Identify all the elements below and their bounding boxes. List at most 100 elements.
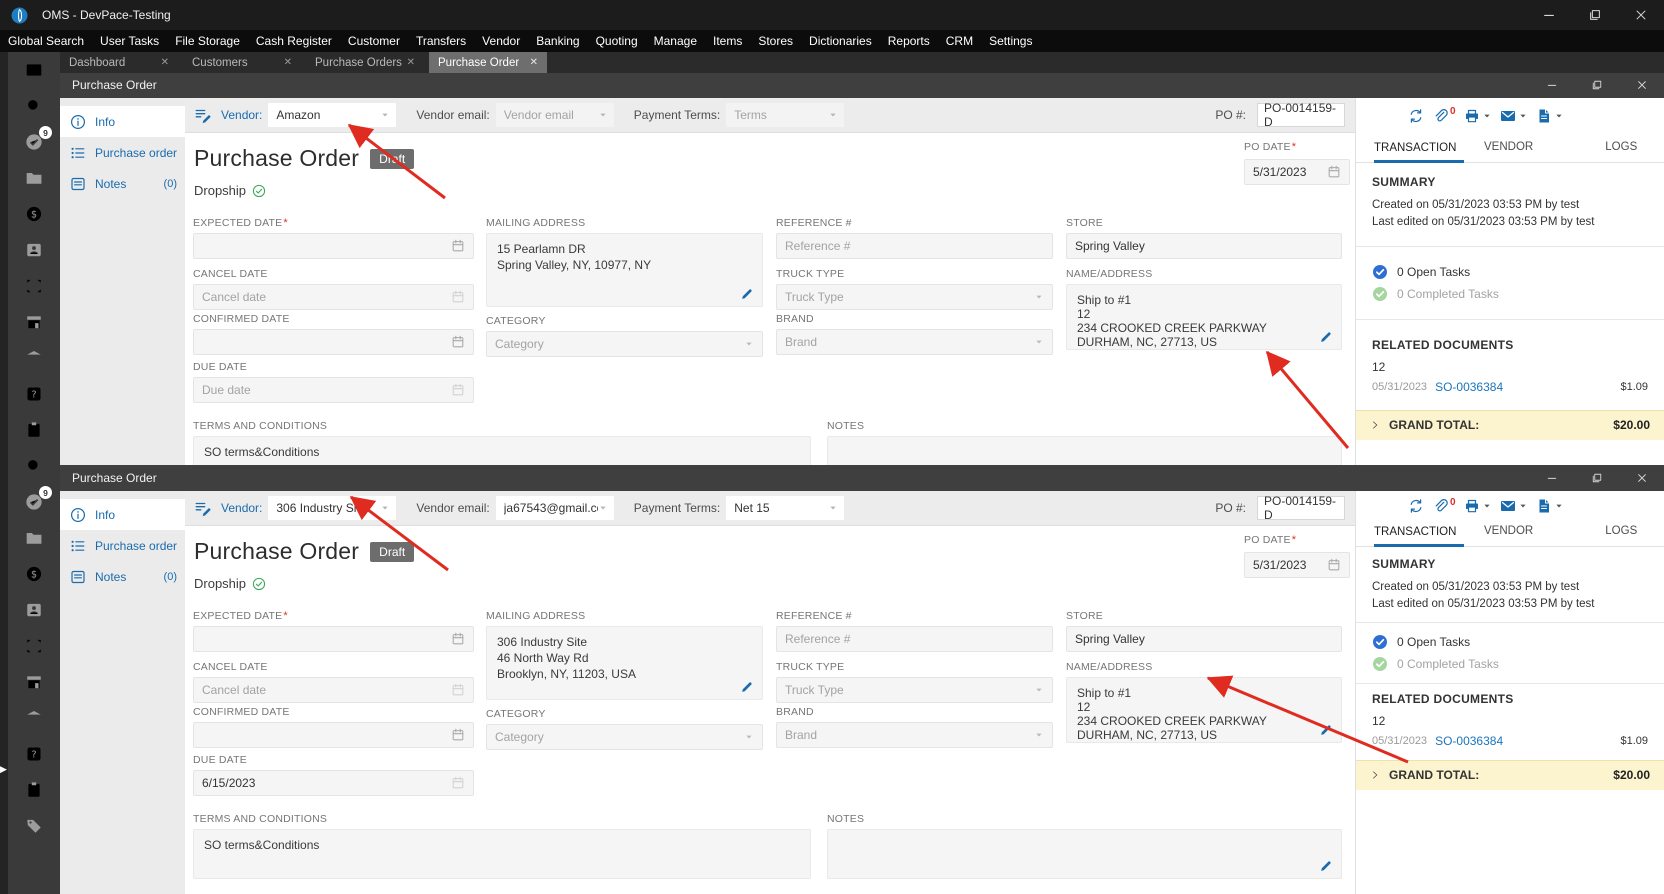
store-icon[interactable] bbox=[8, 304, 60, 340]
category-select[interactable]: Category bbox=[486, 331, 763, 357]
reference-input[interactable]: Reference # bbox=[776, 626, 1053, 652]
notes-box[interactable] bbox=[827, 829, 1342, 879]
category-select[interactable]: Category bbox=[486, 724, 763, 750]
contact-icon[interactable] bbox=[8, 232, 60, 268]
window-close-button[interactable] bbox=[1619, 465, 1664, 491]
sidebar-item-notes[interactable]: Notes (0) bbox=[60, 168, 185, 199]
menu-item-customer[interactable]: Customer bbox=[340, 34, 408, 48]
contact-icon[interactable] bbox=[8, 592, 60, 628]
edit-pencil-icon[interactable] bbox=[1319, 859, 1333, 873]
sidebar-item-info[interactable]: Info bbox=[60, 106, 185, 137]
sidebar-item-info[interactable]: Info bbox=[60, 499, 185, 530]
money-icon[interactable]: $ bbox=[8, 196, 60, 232]
truck-type-select[interactable]: Truck Type bbox=[776, 284, 1053, 310]
terms-box[interactable]: SO terms&Conditions bbox=[193, 436, 811, 465]
scan-icon[interactable] bbox=[8, 268, 60, 304]
window-minimize-button[interactable] bbox=[1529, 72, 1574, 98]
edit-pencil-icon[interactable] bbox=[1319, 723, 1333, 737]
bank-icon[interactable] bbox=[8, 340, 60, 376]
payment-terms-select[interactable]: Net 15 bbox=[726, 496, 845, 520]
doc-link[interactable]: SO-0036384 bbox=[1435, 734, 1503, 748]
tasks-icon[interactable]: 9 bbox=[8, 124, 60, 160]
attachments-button[interactable]: 0 bbox=[1432, 497, 1456, 514]
refresh-icon[interactable] bbox=[1408, 498, 1424, 514]
attachments-button[interactable]: 0 bbox=[1432, 106, 1456, 124]
folder-icon[interactable] bbox=[8, 520, 60, 556]
brand-select[interactable]: Brand bbox=[776, 722, 1053, 748]
window-titlebar[interactable]: Purchase Order bbox=[60, 465, 1664, 491]
completed-tasks-row[interactable]: 0 Completed Tasks bbox=[1372, 283, 1648, 305]
grand-total-row[interactable]: GRAND TOTAL: $20.00 bbox=[1356, 759, 1664, 790]
menu-item-dictionaries[interactable]: Dictionaries bbox=[801, 34, 880, 48]
sidebar-item-purchase-order[interactable]: Purchase order bbox=[60, 137, 185, 168]
scan-icon[interactable] bbox=[8, 628, 60, 664]
sidebar-item-notes[interactable]: Notes (0) bbox=[60, 561, 185, 592]
dashboard-icon[interactable] bbox=[8, 52, 60, 88]
menu-item-quoting[interactable]: Quoting bbox=[588, 34, 646, 48]
money-icon[interactable]: $ bbox=[8, 556, 60, 592]
tab-logs[interactable]: LOGS bbox=[1554, 141, 1644, 162]
rail-expander[interactable]: ▶ bbox=[0, 764, 7, 775]
reference-input[interactable]: Reference # bbox=[776, 233, 1053, 259]
vendor-select[interactable]: Amazon bbox=[268, 103, 397, 127]
ship-to-box[interactable]: Ship to #1 12 234 CROOKED CREEK PARKWAY … bbox=[1066, 284, 1342, 350]
store-icon[interactable] bbox=[8, 664, 60, 700]
email-button[interactable] bbox=[1500, 108, 1528, 124]
menu-item-crm[interactable]: CRM bbox=[938, 34, 981, 48]
truck-type-select[interactable]: Truck Type bbox=[776, 677, 1053, 703]
print-button[interactable] bbox=[1464, 108, 1492, 124]
tab-close-icon[interactable]: ✕ bbox=[161, 57, 169, 68]
ship-to-box[interactable]: Ship to #1 12 234 CROOKED CREEK PARKWAY … bbox=[1066, 677, 1342, 743]
clipboard-icon[interactable] bbox=[8, 412, 60, 448]
menu-item-banking[interactable]: Banking bbox=[528, 34, 587, 48]
window-titlebar[interactable]: Purchase Order bbox=[60, 72, 1664, 98]
menu-item-stores[interactable]: Stores bbox=[750, 34, 801, 48]
notes-box[interactable] bbox=[827, 436, 1342, 465]
sidebar-item-purchase-order[interactable]: Purchase order bbox=[60, 530, 185, 561]
po-number-input[interactable]: PO-0014159-D bbox=[1257, 101, 1345, 129]
os-maximize-button[interactable] bbox=[1572, 0, 1618, 30]
window-minimize-button[interactable] bbox=[1529, 465, 1574, 491]
tab-close-icon[interactable]: ✕ bbox=[407, 57, 415, 68]
menu-item-cash-register[interactable]: Cash Register bbox=[248, 34, 340, 48]
brand-select[interactable]: Brand bbox=[776, 329, 1053, 355]
edit-pencil-icon[interactable] bbox=[1319, 330, 1333, 344]
vendor-select[interactable]: 306 Industry Site bbox=[268, 496, 397, 520]
window-restore-button[interactable] bbox=[1574, 465, 1619, 491]
tag-icon[interactable] bbox=[8, 808, 60, 844]
document-button[interactable] bbox=[1536, 498, 1564, 514]
tab-close-icon[interactable]: ✕ bbox=[530, 57, 538, 68]
cancel-date-input[interactable]: Cancel date bbox=[193, 284, 474, 310]
edit-pencil-icon[interactable] bbox=[740, 287, 754, 301]
os-close-button[interactable] bbox=[1618, 0, 1664, 30]
vendor-email-select[interactable]: Vendor email bbox=[495, 103, 614, 127]
open-tasks-row[interactable]: 0 Open Tasks bbox=[1372, 261, 1648, 283]
tab-dashboard[interactable]: Dashboard ✕ bbox=[60, 52, 178, 73]
cancel-date-input[interactable]: Cancel date bbox=[193, 677, 474, 703]
doc-link[interactable]: SO-0036384 bbox=[1435, 380, 1503, 394]
help-icon[interactable]: ? bbox=[8, 376, 60, 412]
email-button[interactable] bbox=[1500, 498, 1528, 514]
window-restore-button[interactable] bbox=[1574, 72, 1619, 98]
menu-item-user-tasks[interactable]: User Tasks bbox=[92, 34, 167, 48]
po-date-input[interactable]: 5/31/2023 bbox=[1244, 552, 1350, 578]
menu-item-manage[interactable]: Manage bbox=[646, 34, 705, 48]
tab-purchase-order[interactable]: Purchase Order ✕ bbox=[429, 52, 547, 73]
terms-box[interactable]: SO terms&Conditions bbox=[193, 829, 811, 879]
due-date-input[interactable]: 6/15/2023 bbox=[193, 770, 474, 796]
clipboard-icon[interactable] bbox=[8, 772, 60, 808]
tab-purchase-orders[interactable]: Purchase Orders ✕ bbox=[306, 52, 424, 73]
os-minimize-button[interactable] bbox=[1526, 0, 1572, 30]
po-date-input[interactable]: 5/31/2023 bbox=[1244, 159, 1350, 185]
tab-customers[interactable]: Customers ✕ bbox=[183, 52, 301, 73]
help-icon[interactable]: ? bbox=[8, 736, 60, 772]
due-date-input[interactable]: Due date bbox=[193, 377, 474, 403]
tab-vendor[interactable]: VENDOR bbox=[1464, 525, 1554, 546]
menu-item-reports[interactable]: Reports bbox=[880, 34, 938, 48]
payment-terms-select[interactable]: Terms bbox=[726, 103, 845, 127]
confirmed-date-input[interactable] bbox=[193, 722, 474, 748]
bank-icon[interactable] bbox=[8, 700, 60, 736]
po-number-input[interactable]: PO-0014159-D bbox=[1257, 494, 1345, 522]
grand-total-row[interactable]: GRAND TOTAL: $20.00 bbox=[1356, 409, 1664, 440]
mailing-address-box[interactable]: 306 Industry Site 46 North Way Rd Brookl… bbox=[486, 626, 763, 700]
